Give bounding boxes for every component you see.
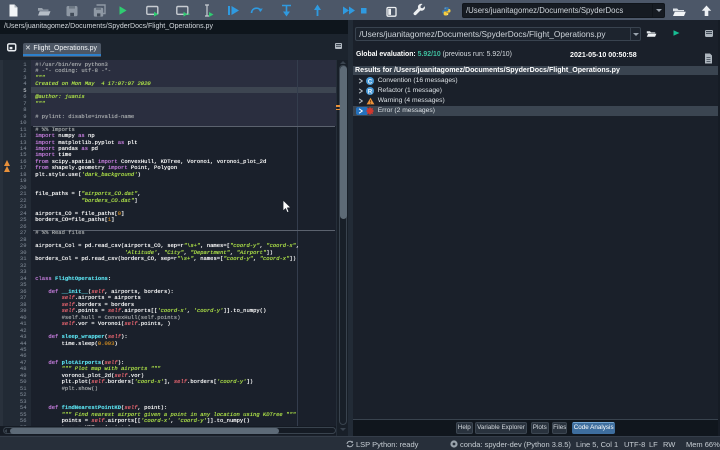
svg-text:R: R [368,88,373,95]
svg-text:C: C [368,78,373,85]
